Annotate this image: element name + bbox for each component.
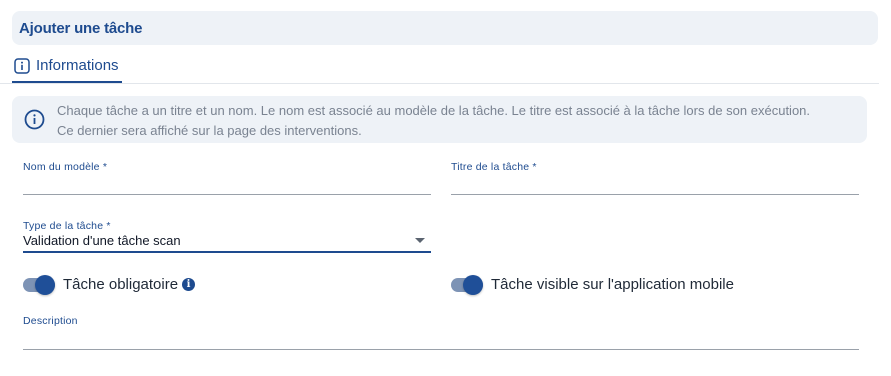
model-name-underline — [23, 194, 431, 195]
mobile-visible-toggle-label: Tâche visible sur l'application mobile — [491, 276, 734, 293]
task-type-label: Type de la tâche * — [23, 220, 111, 232]
task-title-underline — [451, 194, 859, 195]
tab-label: Informations — [36, 57, 119, 74]
model-name-field[interactable]: Nom du modèle * — [23, 161, 431, 196]
info-icon — [14, 57, 30, 74]
task-type-value: Validation d'une tâche scan — [23, 233, 181, 248]
page-title: Ajouter une tâche — [19, 19, 143, 37]
mandatory-toggle-label: Tâche obligatoire — [63, 276, 179, 293]
tab-informations[interactable]: Informations — [12, 50, 122, 83]
chevron-down-icon — [415, 238, 425, 243]
mandatory-toggle[interactable] — [23, 275, 55, 295]
page-header: Ajouter une tâche — [12, 11, 878, 45]
task-title-label: Titre de la tâche * — [451, 161, 537, 173]
description-label: Description — [23, 315, 78, 327]
info-banner-text: Chaque tâche a un titre et un nom. Le no… — [57, 103, 811, 138]
task-title-field[interactable]: Titre de la tâche * — [451, 161, 859, 196]
info-circle-icon — [24, 109, 45, 130]
description-field[interactable]: Description — [23, 315, 859, 351]
info-banner: Chaque tâche a un titre et un nom. Le no… — [12, 96, 867, 143]
tab-bar: Informations — [0, 50, 879, 84]
mobile-visible-toggle[interactable] — [451, 275, 483, 295]
info-icon[interactable]: i — [182, 278, 195, 291]
model-name-label: Nom du modèle * — [23, 161, 108, 173]
description-underline — [23, 349, 859, 350]
task-type-select[interactable]: Type de la tâche * Validation d'une tâch… — [23, 220, 431, 255]
task-type-underline — [23, 251, 431, 253]
